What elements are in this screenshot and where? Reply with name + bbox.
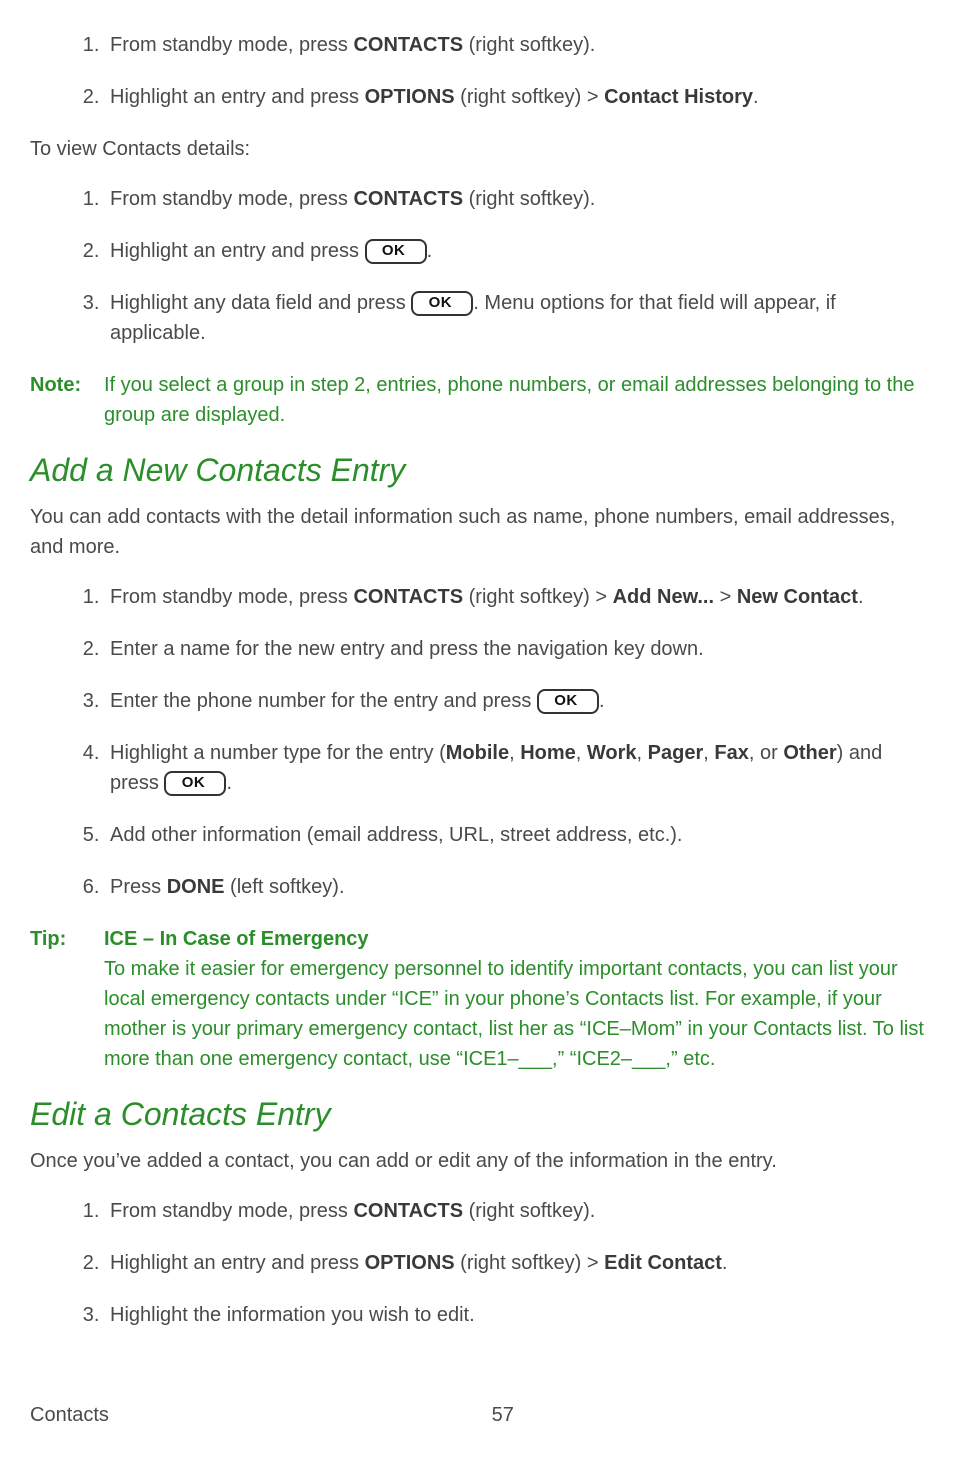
bold: CONTACTS: [353, 1200, 463, 1222]
bold: OPTIONS: [365, 1252, 455, 1274]
text: >: [714, 586, 737, 608]
tip-text: To make it easier for emergency personne…: [104, 954, 926, 1074]
list-item: Highlight a number type for the entry (M…: [105, 738, 926, 798]
text: (right softkey).: [463, 188, 595, 210]
text: From standby mode, press: [110, 188, 353, 210]
text: From standby mode, press: [110, 586, 353, 608]
list-item: From standby mode, press CONTACTS (right…: [105, 184, 926, 214]
bold: Home: [520, 742, 576, 764]
footer-page-number: 57: [492, 1400, 514, 1430]
text: From standby mode, press: [110, 34, 353, 56]
text: From standby mode, press: [110, 1200, 353, 1222]
text: .: [427, 240, 433, 262]
bold: OPTIONS: [365, 86, 455, 108]
add-steps: From standby mode, press CONTACTS (right…: [30, 582, 926, 902]
text: Highlight an entry and press: [110, 240, 365, 262]
bold: Contact History: [604, 86, 753, 108]
text: (right softkey).: [463, 1200, 595, 1222]
list-item: Highlight the information you wish to ed…: [105, 1300, 926, 1330]
bold: Pager: [648, 742, 704, 764]
list-item: Highlight an entry and press OPTIONS (ri…: [105, 1248, 926, 1278]
text: ,: [576, 742, 587, 764]
note-block: Note: If you select a group in step 2, e…: [30, 370, 926, 430]
edit-steps: From standby mode, press CONTACTS (right…: [30, 1196, 926, 1330]
page-footer: Contacts 57: [30, 1400, 514, 1430]
text: .: [226, 772, 232, 794]
text: ,: [637, 742, 648, 764]
ok-button-icon: OK: [365, 239, 427, 264]
list-item: From standby mode, press CONTACTS (right…: [105, 582, 926, 612]
list-item: Highlight an entry and press OPTIONS (ri…: [105, 82, 926, 112]
text: Highlight an entry and press: [110, 1252, 365, 1274]
text: .: [753, 86, 759, 108]
bold: Mobile: [446, 742, 509, 764]
bold: Work: [587, 742, 637, 764]
text: (right softkey) >: [455, 1252, 605, 1274]
text: Enter the phone number for the entry and…: [110, 690, 537, 712]
text: Press: [110, 876, 167, 898]
details-steps: From standby mode, press CONTACTS (right…: [30, 184, 926, 348]
list-item: From standby mode, press CONTACTS (right…: [105, 30, 926, 60]
bold: CONTACTS: [353, 188, 463, 210]
ok-button-icon: OK: [537, 689, 599, 714]
tip-body: ICE – In Case of Emergency To make it ea…: [104, 924, 926, 1074]
heading-edit-contact: Edit a Contacts Entry: [30, 1090, 926, 1138]
list-item: Highlight any data field and press OK. M…: [105, 288, 926, 348]
tip-title: ICE – In Case of Emergency: [104, 924, 926, 954]
list-item: Add other information (email address, UR…: [105, 820, 926, 850]
bold: Other: [783, 742, 836, 764]
bold: Edit Contact: [604, 1252, 722, 1274]
text: ,: [703, 742, 714, 764]
text: .: [722, 1252, 728, 1274]
list-item: Enter a name for the new entry and press…: [105, 634, 926, 664]
text: .: [599, 690, 605, 712]
history-steps: From standby mode, press CONTACTS (right…: [30, 30, 926, 112]
bold: DONE: [167, 876, 225, 898]
note-label: Note:: [30, 370, 104, 430]
bold: CONTACTS: [353, 34, 463, 56]
text: .: [858, 586, 864, 608]
ok-button-icon: OK: [411, 291, 473, 316]
text: , or: [749, 742, 783, 764]
text: (right softkey) >: [463, 586, 613, 608]
list-item: From standby mode, press CONTACTS (right…: [105, 1196, 926, 1226]
note-body: If you select a group in step 2, entries…: [104, 370, 926, 430]
text: (left softkey).: [224, 876, 344, 898]
list-item: Press DONE (left softkey).: [105, 872, 926, 902]
text: ,: [509, 742, 520, 764]
add-intro: You can add contacts with the detail inf…: [30, 502, 926, 562]
edit-intro: Once you’ve added a contact, you can add…: [30, 1146, 926, 1176]
text: (right softkey).: [463, 34, 595, 56]
text: Highlight a number type for the entry (: [110, 742, 446, 764]
text: (right softkey) >: [455, 86, 605, 108]
footer-section: Contacts: [30, 1400, 109, 1430]
text: Highlight any data field and press: [110, 292, 411, 314]
tip-label: Tip:: [30, 924, 104, 1074]
tip-block: Tip: ICE – In Case of Emergency To make …: [30, 924, 926, 1074]
bold: Add New...: [613, 586, 714, 608]
bold: New Contact: [737, 586, 858, 608]
list-item: Highlight an entry and press OK.: [105, 236, 926, 266]
heading-add-new-contact: Add a New Contacts Entry: [30, 446, 926, 494]
text: Highlight an entry and press: [110, 86, 365, 108]
ok-button-icon: OK: [164, 771, 226, 796]
list-item: Enter the phone number for the entry and…: [105, 686, 926, 716]
bold: CONTACTS: [353, 586, 463, 608]
details-intro: To view Contacts details:: [30, 134, 926, 164]
bold: Fax: [714, 742, 748, 764]
